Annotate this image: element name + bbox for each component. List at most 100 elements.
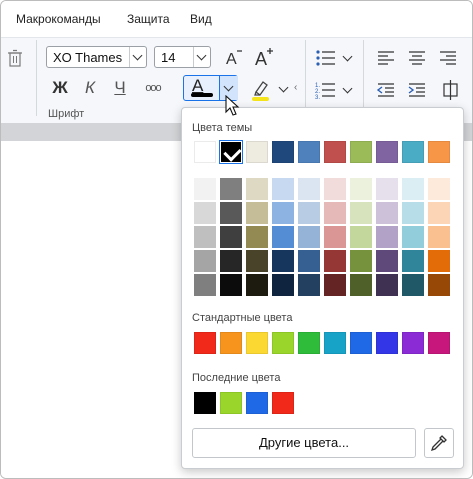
- shade-color-swatch[interactable]: [220, 202, 242, 224]
- shade-color-swatch[interactable]: [376, 274, 398, 296]
- shade-color-swatch[interactable]: [194, 202, 216, 224]
- shade-color-swatch[interactable]: [194, 250, 216, 272]
- align-left-icon[interactable]: [377, 50, 395, 66]
- more-colors-button[interactable]: Другие цвета...: [192, 428, 416, 458]
- shade-color-swatch[interactable]: [428, 178, 450, 200]
- grow-font-button[interactable]: A: [253, 46, 275, 69]
- standard-color-swatch[interactable]: [350, 332, 372, 354]
- shade-color-swatch[interactable]: [350, 274, 372, 296]
- trash-icon[interactable]: [7, 49, 23, 67]
- theme-color-swatch[interactable]: [194, 141, 216, 163]
- theme-color-swatch[interactable]: [376, 141, 398, 163]
- bold-button[interactable]: Ж: [49, 77, 71, 99]
- shade-color-swatch[interactable]: [428, 202, 450, 224]
- chevron-down-icon[interactable]: [278, 82, 289, 93]
- shade-color-swatch[interactable]: [324, 226, 346, 248]
- font-name-combo[interactable]: XO Thames: [46, 46, 147, 68]
- standard-color-swatch[interactable]: [376, 332, 398, 354]
- shade-color-swatch[interactable]: [376, 250, 398, 272]
- recent-color-swatch[interactable]: [220, 392, 242, 414]
- shade-color-swatch[interactable]: [324, 250, 346, 272]
- standard-color-swatch[interactable]: [272, 332, 294, 354]
- shade-color-swatch[interactable]: [194, 178, 216, 200]
- shade-color-swatch[interactable]: [402, 178, 424, 200]
- shade-color-swatch[interactable]: [272, 178, 294, 200]
- theme-color-swatch[interactable]: [219, 140, 243, 164]
- chevron-down-icon[interactable]: [342, 51, 353, 62]
- shade-color-swatch[interactable]: [246, 274, 268, 296]
- shade-color-swatch[interactable]: [220, 226, 242, 248]
- standard-color-swatch[interactable]: [194, 332, 216, 354]
- shade-color-swatch[interactable]: [428, 274, 450, 296]
- shade-color-swatch[interactable]: [376, 202, 398, 224]
- menu-macros[interactable]: Макрокоманды: [16, 12, 101, 26]
- shade-color-swatch[interactable]: [298, 178, 320, 200]
- shade-color-swatch[interactable]: [324, 178, 346, 200]
- font-name-dropdown[interactable]: [129, 47, 146, 67]
- shade-color-swatch[interactable]: [376, 226, 398, 248]
- shade-color-swatch[interactable]: [298, 202, 320, 224]
- numbered-list-icon[interactable]: 1. 2. 3.: [315, 81, 337, 99]
- align-center-icon[interactable]: [408, 50, 426, 66]
- shade-color-swatch[interactable]: [324, 274, 346, 296]
- shade-color-swatch[interactable]: [402, 202, 424, 224]
- italic-button[interactable]: К: [79, 77, 101, 99]
- standard-color-swatch[interactable]: [402, 332, 424, 354]
- shade-color-swatch[interactable]: [246, 202, 268, 224]
- shade-color-swatch[interactable]: [220, 178, 242, 200]
- standard-color-swatch[interactable]: [428, 332, 450, 354]
- shade-color-swatch[interactable]: [220, 274, 242, 296]
- eyedropper-button[interactable]: [424, 428, 454, 458]
- shade-color-swatch[interactable]: [246, 226, 268, 248]
- theme-color-swatch[interactable]: [246, 141, 268, 163]
- theme-color-swatch[interactable]: [402, 141, 424, 163]
- shade-color-swatch[interactable]: [272, 226, 294, 248]
- shade-color-swatch[interactable]: [350, 250, 372, 272]
- standard-color-swatch[interactable]: [220, 332, 242, 354]
- theme-color-swatch[interactable]: [298, 141, 320, 163]
- theme-color-swatch[interactable]: [272, 141, 294, 163]
- shade-color-swatch[interactable]: [220, 250, 242, 272]
- shade-color-swatch[interactable]: [272, 202, 294, 224]
- theme-color-swatch[interactable]: [324, 141, 346, 163]
- more-font-options-button[interactable]: ооо: [139, 77, 167, 99]
- recent-color-swatch[interactable]: [272, 392, 294, 414]
- shade-color-swatch[interactable]: [246, 250, 268, 272]
- menu-view[interactable]: Вид: [190, 12, 212, 26]
- outdent-icon[interactable]: [377, 82, 395, 98]
- shade-color-swatch[interactable]: [402, 250, 424, 272]
- font-size-combo[interactable]: 14: [154, 46, 211, 68]
- shade-color-swatch[interactable]: [298, 250, 320, 272]
- shade-color-swatch[interactable]: [194, 274, 216, 296]
- align-right-icon[interactable]: [439, 50, 457, 66]
- shade-color-swatch[interactable]: [298, 274, 320, 296]
- standard-color-swatch[interactable]: [246, 332, 268, 354]
- shade-color-swatch[interactable]: [402, 226, 424, 248]
- shade-color-swatch[interactable]: [376, 178, 398, 200]
- theme-color-swatch[interactable]: [350, 141, 372, 163]
- shade-color-swatch[interactable]: [350, 178, 372, 200]
- bulleted-list-icon[interactable]: [315, 49, 337, 67]
- shade-color-swatch[interactable]: [428, 226, 450, 248]
- theme-color-swatch[interactable]: [428, 141, 450, 163]
- chevron-left-icon[interactable]: ‹: [294, 82, 297, 93]
- recent-color-swatch[interactable]: [246, 392, 268, 414]
- shade-color-swatch[interactable]: [298, 226, 320, 248]
- shade-color-swatch[interactable]: [246, 178, 268, 200]
- shade-color-swatch[interactable]: [350, 202, 372, 224]
- recent-color-swatch[interactable]: [194, 392, 216, 414]
- menu-protection[interactable]: Защита: [127, 12, 170, 26]
- shade-color-swatch[interactable]: [402, 274, 424, 296]
- shade-color-swatch[interactable]: [194, 226, 216, 248]
- shade-color-swatch[interactable]: [272, 274, 294, 296]
- font-size-dropdown[interactable]: [193, 47, 210, 67]
- chevron-down-icon[interactable]: [342, 83, 353, 94]
- standard-color-swatch[interactable]: [298, 332, 320, 354]
- shrink-font-button[interactable]: A: [223, 46, 245, 68]
- shade-color-swatch[interactable]: [350, 226, 372, 248]
- shade-color-swatch[interactable]: [324, 202, 346, 224]
- standard-color-swatch[interactable]: [324, 332, 346, 354]
- highlighter-icon[interactable]: [248, 78, 272, 102]
- indent-icon[interactable]: [408, 82, 426, 98]
- line-spacing-icon[interactable]: [439, 80, 461, 100]
